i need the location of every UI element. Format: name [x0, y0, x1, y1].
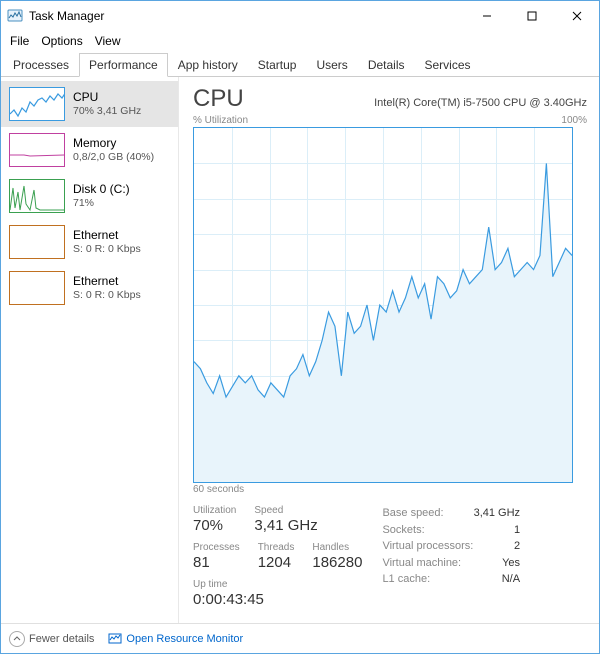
- menu-file[interactable]: File: [5, 33, 34, 49]
- tab-details[interactable]: Details: [358, 53, 415, 76]
- sidebar-item-sub: 71%: [73, 197, 130, 210]
- menubar: File Options View: [1, 31, 599, 51]
- chart-ymax: 100%: [561, 115, 587, 126]
- tab-processes[interactable]: Processes: [3, 53, 79, 76]
- close-button[interactable]: [554, 1, 599, 31]
- cpu-chart[interactable]: [193, 127, 573, 483]
- stat-value: 1204: [258, 554, 295, 571]
- sidebar-item-label: CPU: [73, 90, 141, 105]
- stats-right: Base speed:3,41 GHz Sockets:1 Virtual pr…: [382, 505, 520, 608]
- stat-label: Up time: [193, 579, 264, 590]
- tab-startup[interactable]: Startup: [248, 53, 307, 76]
- stat-label: Processes: [193, 542, 240, 553]
- chart-xlabel: 60 seconds: [193, 484, 587, 495]
- fewer-details-button[interactable]: Fewer details: [9, 631, 94, 647]
- page-title: CPU: [193, 85, 244, 113]
- stat-value: 81: [193, 554, 240, 571]
- cpu-model: Intel(R) Core(TM) i5-7500 CPU @ 3.40GHz: [374, 97, 587, 109]
- stats: Utilization 70% Speed 3,41 GHz Processes…: [193, 505, 587, 608]
- sidebar-item-label: Ethernet: [73, 228, 141, 243]
- maximize-button[interactable]: [509, 1, 554, 31]
- stat-label: Threads: [258, 542, 295, 553]
- sidebar-item-sub: S: 0 R: 0 Kbps: [73, 289, 141, 302]
- window: Task Manager File Options View Processes…: [0, 0, 600, 654]
- tab-performance[interactable]: Performance: [79, 53, 168, 77]
- memory-thumb: [9, 133, 65, 167]
- tab-users[interactable]: Users: [306, 53, 357, 76]
- menu-view[interactable]: View: [90, 33, 126, 49]
- tab-app-history[interactable]: App history: [168, 53, 248, 76]
- sidebar-item-ethernet-1[interactable]: Ethernet S: 0 R: 0 Kbps: [1, 265, 178, 311]
- app-icon: [7, 8, 23, 24]
- tabs: Processes Performance App history Startu…: [1, 51, 599, 77]
- cpu-thumb: [9, 87, 65, 121]
- window-controls: [464, 1, 599, 31]
- sidebar-item-label: Memory: [73, 136, 154, 151]
- content: CPU 70% 3,41 GHz Memory 0,8/2,0 GB (40%): [1, 77, 599, 623]
- ethernet-thumb: [9, 271, 65, 305]
- chevron-up-icon: [9, 631, 25, 647]
- sidebar-item-disk[interactable]: Disk 0 (C:) 71%: [1, 173, 178, 219]
- sidebar-item-label: Ethernet: [73, 274, 141, 289]
- stat-value: 3,41 GHz: [254, 517, 317, 534]
- sidebar-item-sub: 0,8/2,0 GB (40%): [73, 151, 154, 164]
- chart-ylabel: % Utilization: [193, 115, 248, 126]
- sidebar-item-label: Disk 0 (C:): [73, 182, 130, 197]
- open-resource-monitor-link[interactable]: Open Resource Monitor: [108, 632, 243, 646]
- ethernet-thumb: [9, 225, 65, 259]
- sidebar-item-sub: S: 0 R: 0 Kbps: [73, 243, 141, 256]
- main-panel: CPU Intel(R) Core(TM) i5-7500 CPU @ 3.40…: [179, 77, 599, 623]
- sidebar-item-ethernet-0[interactable]: Ethernet S: 0 R: 0 Kbps: [1, 219, 178, 265]
- stat-value: 0:00:43:45: [193, 591, 264, 608]
- stat-label: Speed: [254, 505, 317, 516]
- titlebar: Task Manager: [1, 1, 599, 31]
- tab-services[interactable]: Services: [415, 53, 481, 76]
- stat-label: Utilization: [193, 505, 236, 516]
- footer: Fewer details Open Resource Monitor: [1, 623, 599, 653]
- window-title: Task Manager: [29, 9, 464, 23]
- stat-value: 186280: [312, 554, 362, 571]
- sidebar: CPU 70% 3,41 GHz Memory 0,8/2,0 GB (40%): [1, 77, 179, 623]
- disk-thumb: [9, 179, 65, 213]
- stat-value: 70%: [193, 517, 236, 534]
- minimize-button[interactable]: [464, 1, 509, 31]
- sidebar-item-memory[interactable]: Memory 0,8/2,0 GB (40%): [1, 127, 178, 173]
- stat-label: Handles: [312, 542, 362, 553]
- menu-options[interactable]: Options: [36, 33, 87, 49]
- sidebar-item-cpu[interactable]: CPU 70% 3,41 GHz: [1, 81, 178, 127]
- sidebar-item-sub: 70% 3,41 GHz: [73, 105, 141, 118]
- monitor-icon: [108, 632, 122, 646]
